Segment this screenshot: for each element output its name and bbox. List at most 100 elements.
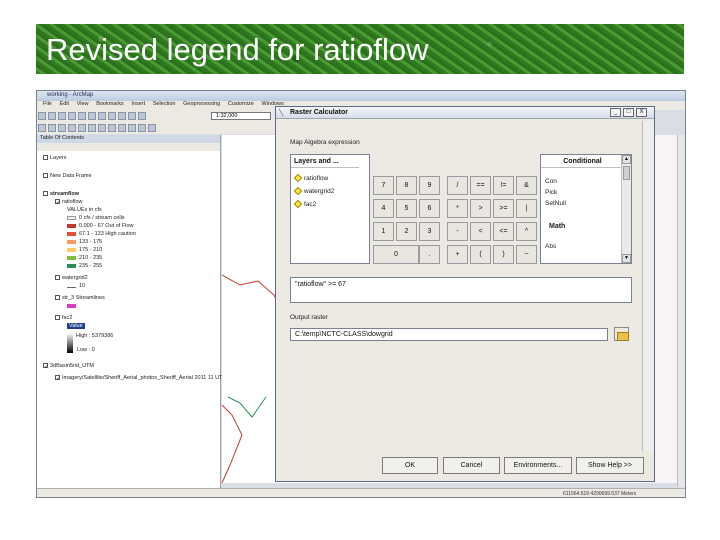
maximize-button[interactable]: □	[623, 108, 634, 117]
layer-checkbox[interactable]: ✓	[55, 375, 61, 382]
tools-list[interactable]: Conditional Con Pick SetNull Math Abs ▲ …	[540, 154, 632, 264]
key-less-equal[interactable]: <=	[493, 222, 514, 241]
pan-icon[interactable]	[58, 124, 66, 132]
toc-stream-network[interactable]: str_3 Streamlines	[55, 295, 105, 301]
key-close-paren[interactable]: )	[493, 245, 514, 264]
identify-icon[interactable]	[118, 124, 126, 132]
key-equal[interactable]: ==	[470, 176, 491, 195]
key-5[interactable]: 5	[396, 199, 417, 218]
tools-scrollbar[interactable]: ▲ ▼	[621, 155, 631, 263]
collapse-icon[interactable]	[43, 191, 48, 197]
expand-icon[interactable]	[43, 173, 48, 179]
toc-fac2-value[interactable]: Value	[67, 323, 85, 329]
zoom-out-icon[interactable]	[48, 124, 56, 132]
layers-list[interactable]: Layers and ... ratioflow watergrid2 fac2	[290, 154, 370, 264]
open-icon[interactable]	[48, 112, 56, 120]
key-less[interactable]: <	[470, 222, 491, 241]
key-or[interactable]: |	[516, 199, 537, 218]
toc-layers[interactable]: Layers	[43, 155, 67, 161]
key-open-paren[interactable]: (	[470, 245, 491, 264]
key-1[interactable]: 1	[373, 222, 394, 241]
scroll-up-icon[interactable]: ▲	[622, 155, 631, 164]
key-2[interactable]: 2	[396, 222, 417, 241]
menu-view[interactable]: View	[77, 101, 89, 107]
toc-streamflow[interactable]: streamflow	[43, 191, 79, 197]
show-help-button[interactable]: Show Help >>	[576, 457, 644, 474]
toc-basemap[interactable]: ✓3dBasin5rid_UTM	[43, 363, 94, 370]
cut-icon[interactable]	[78, 112, 86, 120]
find-icon[interactable]	[128, 124, 136, 132]
menu-bookmarks[interactable]: Bookmarks	[96, 101, 124, 107]
tool-item-con[interactable]: Con	[545, 178, 557, 185]
select-icon[interactable]	[108, 124, 116, 132]
toc-imagery[interactable]: ✓Imagery/Satellite/Sheriff_Aerial_photos…	[55, 375, 227, 382]
menu-file[interactable]: File	[43, 101, 52, 107]
expand-icon[interactable]	[43, 155, 48, 161]
back-icon[interactable]	[88, 124, 96, 132]
key-4[interactable]: 4	[373, 199, 394, 218]
copy-icon[interactable]	[88, 112, 96, 120]
key-minus[interactable]: -	[447, 222, 468, 241]
toc-new-data-frame[interactable]: New Data Frame	[43, 173, 92, 179]
tool-item-abs[interactable]: Abs	[545, 243, 556, 250]
measure-icon[interactable]	[138, 124, 146, 132]
layer-checkbox[interactable]	[55, 275, 60, 281]
layer-item-ratioflow[interactable]: ratioflow	[293, 174, 328, 183]
close-button[interactable]: X	[636, 108, 647, 117]
key-9[interactable]: 9	[419, 176, 440, 195]
redo-icon[interactable]	[128, 112, 136, 120]
cancel-button[interactable]: Cancel	[443, 457, 500, 474]
key-plus[interactable]: +	[447, 245, 468, 264]
expression-input[interactable]: "ratioflow" >= 67	[290, 277, 632, 303]
menu-edit[interactable]: Edit	[60, 101, 69, 107]
menu-customize[interactable]: Customize	[228, 101, 254, 107]
undo-icon[interactable]	[118, 112, 126, 120]
layer-checkbox[interactable]: ✓	[43, 363, 49, 370]
minimize-button[interactable]: _	[610, 108, 621, 117]
key-decimal[interactable]: .	[419, 245, 440, 264]
menu-insert[interactable]: Insert	[131, 101, 145, 107]
key-and[interactable]: &	[516, 176, 537, 195]
print-icon[interactable]	[68, 112, 76, 120]
key-0[interactable]: 0	[373, 245, 419, 264]
key-8[interactable]: 8	[396, 176, 417, 195]
key-greater[interactable]: >	[470, 199, 491, 218]
ok-button[interactable]: OK	[382, 457, 438, 474]
layer-checkbox[interactable]	[55, 315, 60, 321]
map-scrollbar[interactable]	[677, 135, 685, 487]
full-extent-icon[interactable]	[68, 124, 76, 132]
hyperlink-icon[interactable]	[148, 124, 156, 132]
key-divide[interactable]: /	[447, 176, 468, 195]
scroll-thumb[interactable]	[623, 166, 630, 180]
menu-selection[interactable]: Selection	[153, 101, 176, 107]
tool-item-pick[interactable]: Pick	[545, 189, 557, 196]
forward-icon[interactable]	[98, 124, 106, 132]
key-not-equal[interactable]: !=	[493, 176, 514, 195]
fixed-zoom-icon[interactable]	[78, 124, 86, 132]
key-6[interactable]: 6	[419, 199, 440, 218]
scroll-down-icon[interactable]: ▼	[622, 254, 631, 263]
key-greater-equal[interactable]: >=	[493, 199, 514, 218]
map-scale-box[interactable]: 1:32,000	[211, 112, 271, 120]
browse-folder-icon[interactable]	[614, 327, 629, 341]
output-raster-input[interactable]: C:\temp\NCTC-CLASS\dowgrid	[290, 328, 608, 341]
layer-checkbox[interactable]: ✓	[55, 199, 61, 206]
key-7[interactable]: 7	[373, 176, 394, 195]
paste-icon[interactable]	[98, 112, 106, 120]
key-multiply[interactable]: *	[447, 199, 468, 218]
toc-ratioflow[interactable]: ✓ratioflow	[55, 199, 82, 206]
zoom-in-icon[interactable]	[38, 124, 46, 132]
menu-geoprocessing[interactable]: Geoprocessing	[183, 101, 220, 107]
toc-fac2[interactable]: fac2	[55, 315, 72, 321]
new-icon[interactable]	[38, 112, 46, 120]
key-3[interactable]: 3	[419, 222, 440, 241]
environments-button[interactable]: Environments...	[504, 457, 572, 474]
toc-watergrid2[interactable]: watergrid2	[55, 275, 88, 281]
delete-icon[interactable]	[108, 112, 116, 120]
key-xor[interactable]: ^	[516, 222, 537, 241]
tool-item-setnull[interactable]: SetNull	[545, 200, 566, 207]
save-icon[interactable]	[58, 112, 66, 120]
dialog-scrollbar[interactable]	[642, 121, 654, 451]
layer-item-fac2[interactable]: fac2	[293, 200, 316, 209]
key-not[interactable]: ~	[516, 245, 537, 264]
